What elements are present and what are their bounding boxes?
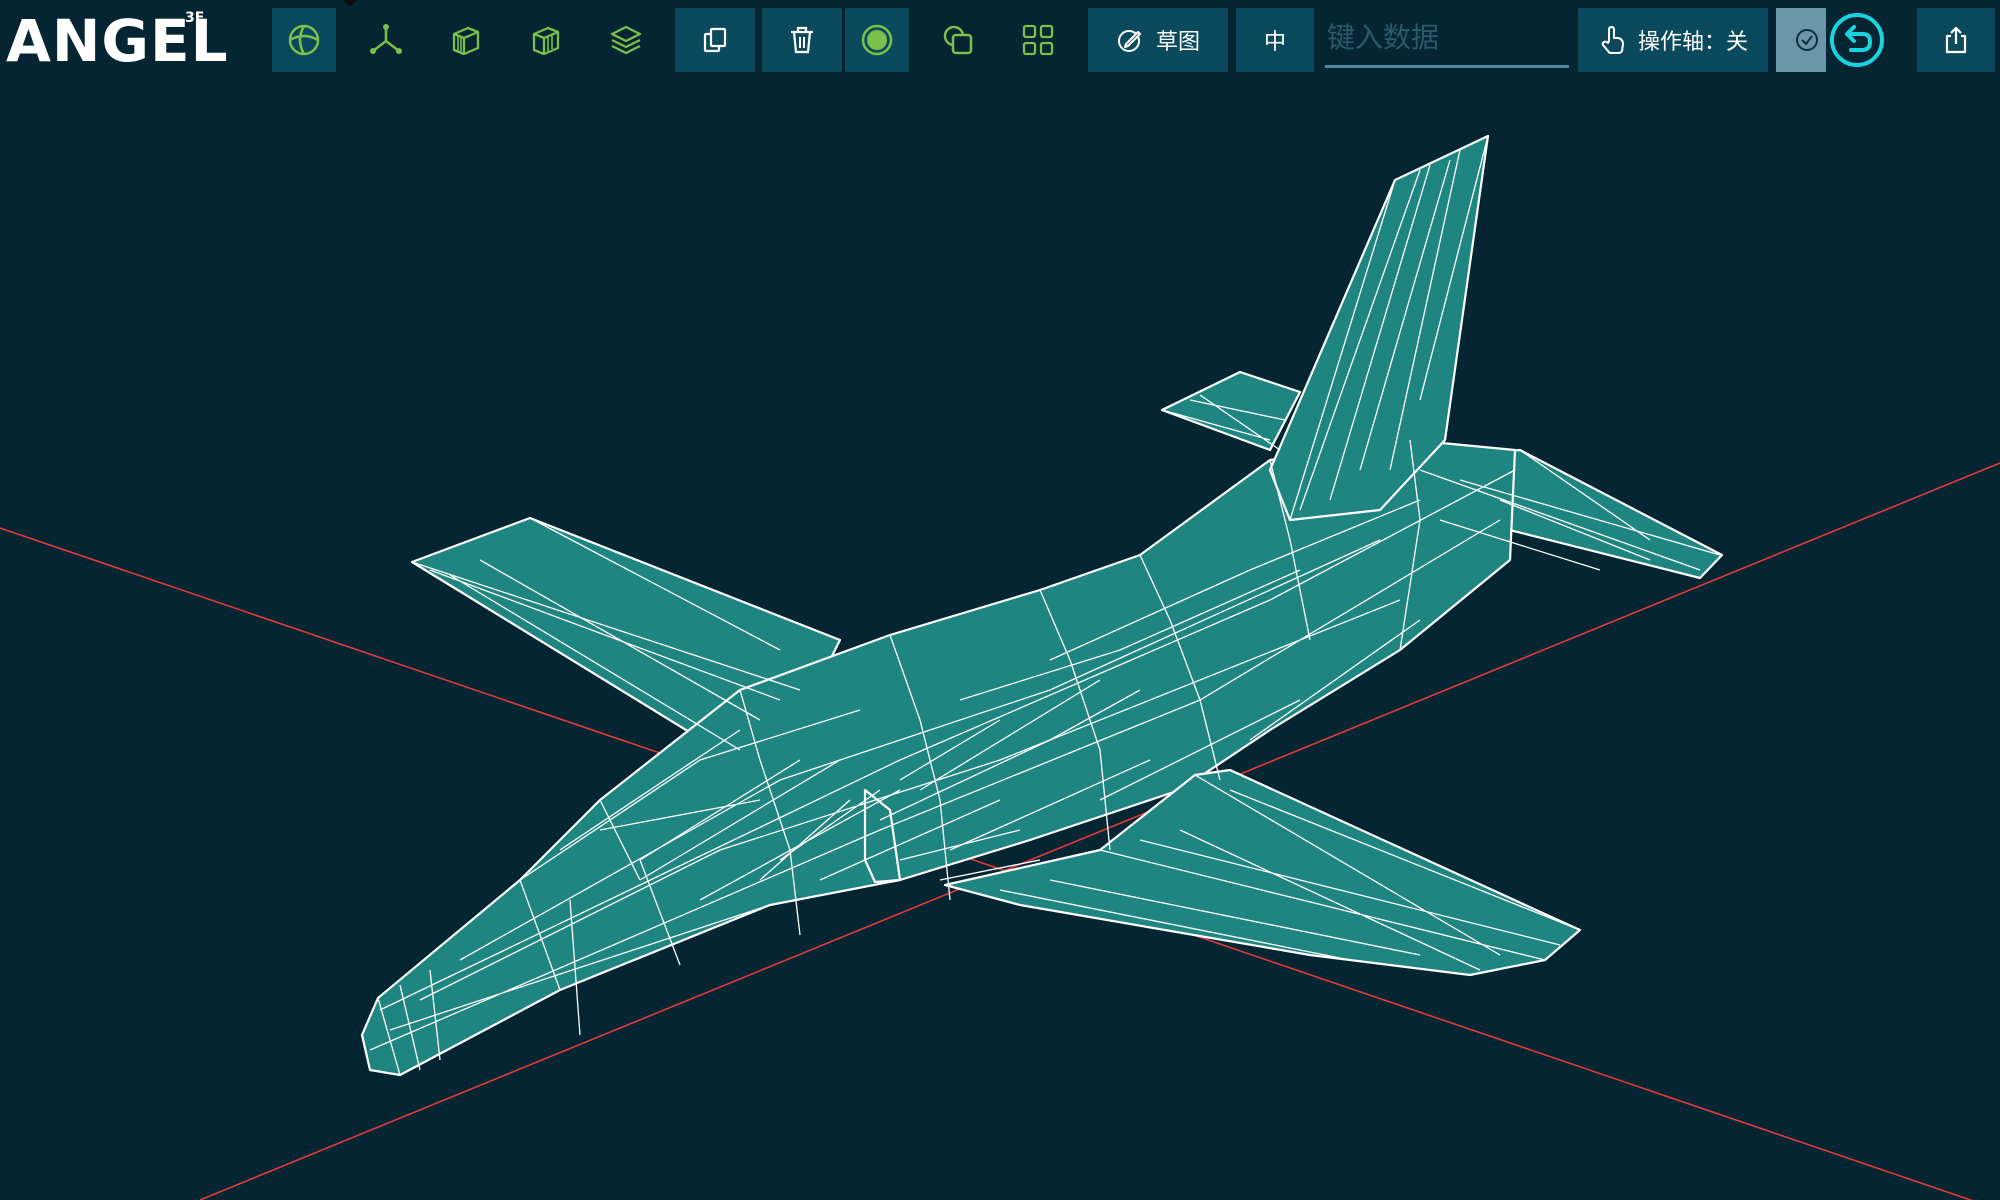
3d-viewport[interactable] — [0, 84, 2000, 1200]
pointer-caret-icon — [343, 0, 357, 7]
left-stabilizer — [1160, 370, 1302, 452]
globe-view-button[interactable] — [272, 8, 336, 72]
record-button[interactable] — [845, 8, 909, 72]
axis-toggle-button[interactable]: 操作轴：关 — [1578, 8, 1768, 72]
top-toolbar: ANGEL 3E 草图 中 键入数据 操作轴：关 — [0, 0, 2000, 84]
export-button[interactable] — [1917, 8, 1995, 72]
sketch-pen-icon — [1117, 30, 1141, 52]
box-side-icon — [532, 26, 560, 56]
axes-icon — [370, 24, 402, 54]
undo-icon — [1830, 13, 1884, 67]
check-circle-icon — [1796, 29, 1818, 51]
undo-button[interactable] — [1829, 12, 1885, 68]
axis-toggle-label: 操作轴：关 — [1637, 30, 1748, 55]
shapes-icon — [943, 25, 973, 55]
sketch-label: 草图 — [1155, 30, 1200, 55]
center-label: 中 — [1263, 30, 1286, 55]
front-view-button[interactable] — [434, 8, 498, 72]
layers-button[interactable] — [594, 8, 658, 72]
copy-button[interactable] — [675, 8, 755, 72]
confirm-button[interactable] — [1776, 8, 1826, 72]
grid-icon — [1022, 24, 1054, 56]
app-window: ANGEL 3E 草图 中 键入数据 操作轴：关 — [0, 0, 2000, 1200]
hand-pointer-icon — [1601, 26, 1624, 54]
app-logo-superscript: 3E — [185, 10, 205, 26]
layers-icon — [610, 25, 642, 55]
globe-icon — [288, 24, 320, 56]
shapes-button[interactable] — [926, 8, 990, 72]
data-input[interactable] — [1325, 10, 1569, 68]
center-button[interactable]: 中 — [1236, 8, 1314, 72]
record-icon — [861, 24, 893, 56]
axes-button[interactable] — [354, 8, 418, 72]
export-icon — [1945, 26, 1967, 54]
grid-button[interactable] — [1006, 8, 1070, 72]
box-front-icon — [452, 26, 480, 56]
sketch-button[interactable]: 草图 — [1088, 8, 1228, 72]
delete-button[interactable] — [762, 8, 842, 72]
side-view-button[interactable] — [514, 8, 578, 72]
copy-icon — [703, 27, 727, 53]
trash-icon — [791, 26, 813, 54]
